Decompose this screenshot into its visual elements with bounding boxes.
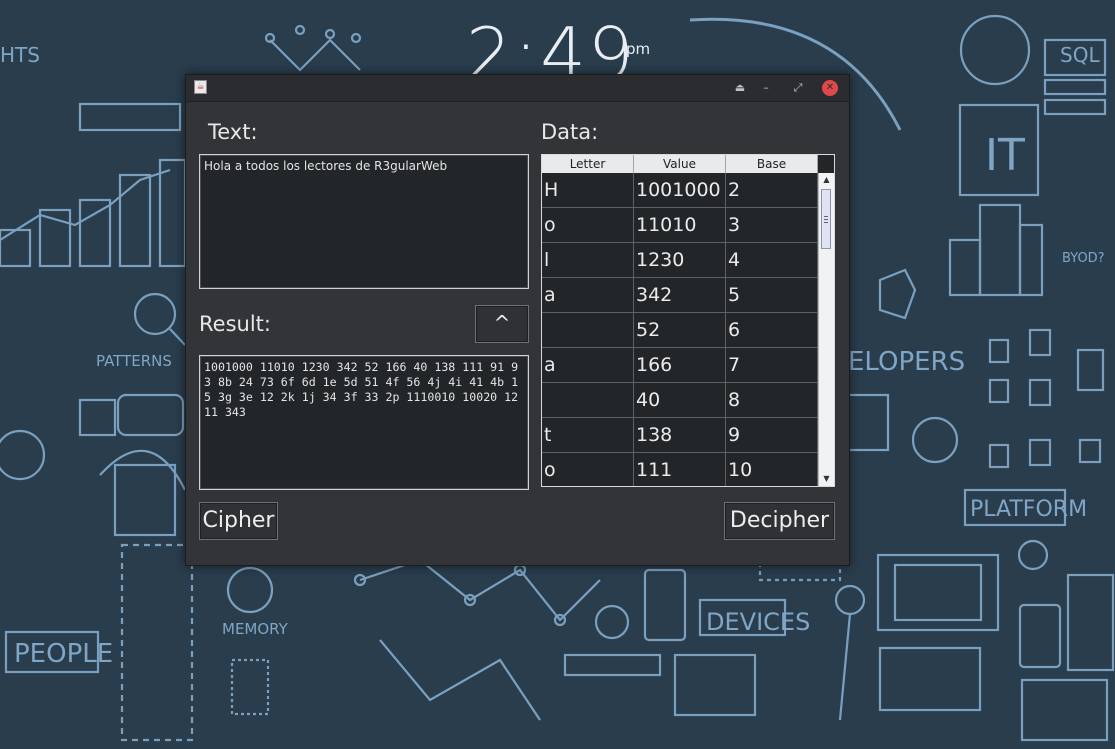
java-icon: ☕ [194,80,207,94]
cell-value: 166 [634,348,726,383]
cell-base: 10 [726,453,818,486]
table-row[interactable]: H 1001000 2 [542,173,818,208]
cell-letter [542,383,634,418]
table-scrollbar[interactable]: ▲ ▼ [818,173,834,486]
minimize-icon[interactable]: – [758,80,774,96]
cell-base: 2 [726,173,818,208]
svg-text:SQL: SQL [1060,43,1100,67]
table-header: Letter Value Base [542,155,818,173]
data-table[interactable]: Letter Value Base H 1001000 2 o 11010 3 … [541,154,835,487]
svg-text:PEOPLE: PEOPLE [14,639,113,669]
cell-letter: o [542,208,634,243]
cell-base: 7 [726,348,818,383]
table-body: H 1001000 2 o 11010 3 l 1230 4 a 342 5 5… [542,173,818,486]
svg-text:ELOPERS: ELOPERS [848,347,965,377]
table-row[interactable]: 52 6 [542,313,818,348]
cell-value: 52 [634,313,726,348]
cell-letter [542,313,634,348]
eject-icon[interactable]: ⏏ [732,80,748,96]
scroll-down-icon[interactable]: ▼ [819,472,834,486]
cell-value: 111 [634,453,726,486]
table-row[interactable]: t 138 9 [542,418,818,453]
maximize-icon[interactable]: ⤢ [790,80,806,96]
cell-letter: t [542,418,634,453]
svg-text:BYOD?: BYOD? [1062,251,1105,266]
cipher-button[interactable]: Cipher [199,502,278,540]
cell-base: 3 [726,208,818,243]
decipher-button[interactable]: Decipher [724,502,835,540]
cell-value: 1230 [634,243,726,278]
column-header-base[interactable]: Base [726,155,818,173]
cell-base: 6 [726,313,818,348]
text-input[interactable]: Hola a todos los lectores de R3gularWeb [199,154,529,289]
window-titlebar[interactable]: ☕ ⏏ – ⤢ ✕ [186,75,849,102]
cell-letter: l [542,243,634,278]
result-output[interactable]: 1001000 11010 1230 342 52 166 40 138 111… [199,355,529,490]
svg-text:DEVICES: DEVICES [706,608,810,636]
column-header-value[interactable]: Value [634,155,726,173]
cell-value: 342 [634,278,726,313]
data-label: Data: [541,120,599,144]
swap-up-button[interactable]: ^ [475,305,529,343]
table-row[interactable]: a 166 7 [542,348,818,383]
close-icon[interactable]: ✕ [822,80,838,96]
text-label: Text: [208,120,258,144]
desktop-clock-ampm: pm [626,40,651,58]
cell-base: 4 [726,243,818,278]
cell-value: 40 [634,383,726,418]
table-row[interactable]: l 1230 4 [542,243,818,278]
cell-value: 1001000 [634,173,726,208]
table-row[interactable]: o 111 10 [542,453,818,486]
cell-letter: o [542,453,634,486]
svg-text:HTS: HTS [0,43,40,67]
cell-letter: a [542,348,634,383]
table-row[interactable]: a 342 5 [542,278,818,313]
svg-text:PLATFORM: PLATFORM [970,497,1087,522]
cell-value: 138 [634,418,726,453]
scroll-up-icon[interactable]: ▲ [819,173,834,187]
scroll-thumb[interactable] [821,189,831,249]
cell-base: 8 [726,383,818,418]
cell-base: 9 [726,418,818,453]
svg-text:MEMORY: MEMORY [222,620,289,638]
table-row[interactable]: o 11010 3 [542,208,818,243]
svg-text:IT: IT [985,130,1025,181]
svg-text:PATTERNS: PATTERNS [96,352,172,370]
cell-letter: a [542,278,634,313]
cell-value: 11010 [634,208,726,243]
cipher-window: ☕ ⏏ – ⤢ ✕ Text: Hola a todos los lectore… [185,74,850,566]
column-header-letter[interactable]: Letter [542,155,634,173]
cell-letter: H [542,173,634,208]
cell-base: 5 [726,278,818,313]
result-label: Result: [199,312,271,336]
table-row[interactable]: 40 8 [542,383,818,418]
